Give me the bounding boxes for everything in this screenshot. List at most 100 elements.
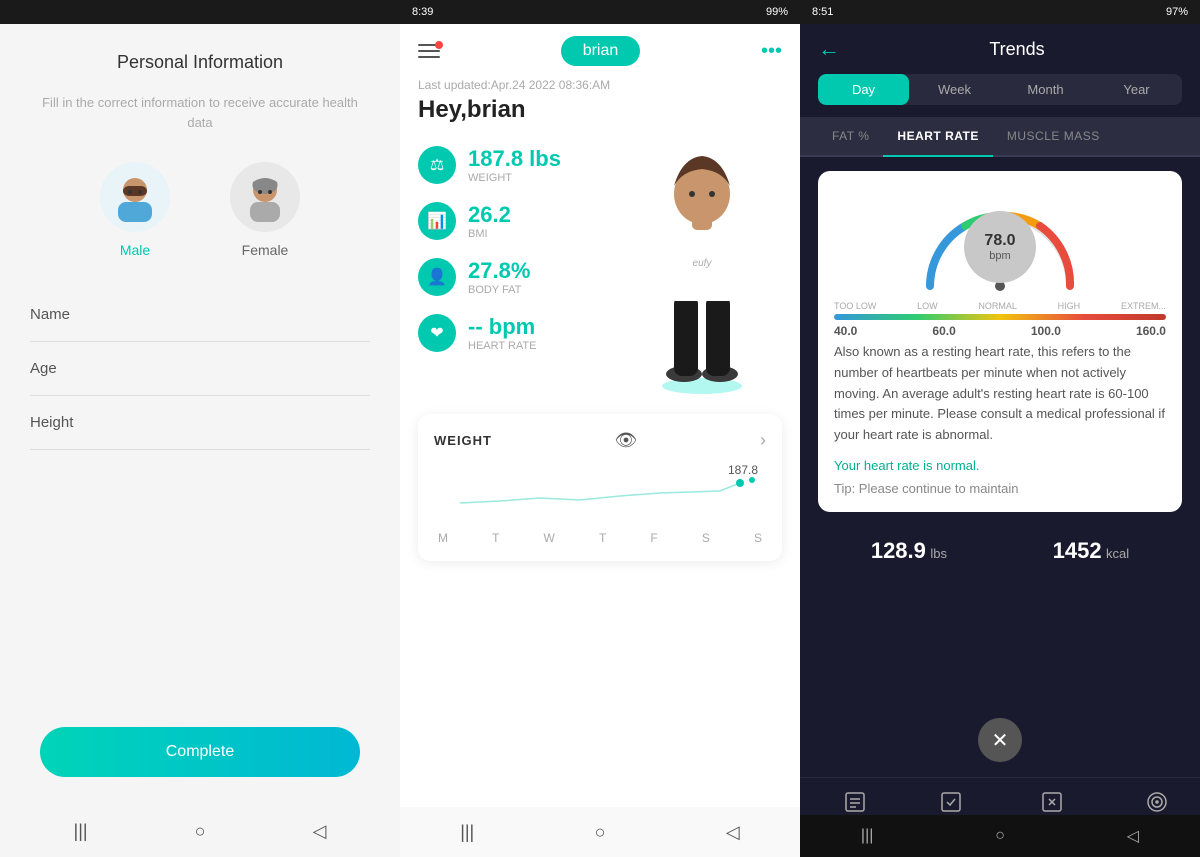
trends-title: Trends bbox=[852, 39, 1182, 60]
trends-header: ← Trends bbox=[800, 24, 1200, 74]
calories-value-3: 1452 bbox=[1053, 538, 1102, 563]
visibility-icon[interactable]: 👁 bbox=[615, 430, 638, 451]
scale-val-40: 40.0 bbox=[834, 324, 857, 338]
back-arrow-icon[interactable]: ← bbox=[818, 36, 840, 62]
export-report-icon bbox=[841, 788, 869, 816]
avatar-male bbox=[100, 162, 170, 232]
female-label: Female bbox=[242, 242, 289, 258]
weight-icon: ⚖ bbox=[418, 146, 456, 184]
heartrate-stat[interactable]: ❤ -- bpm Heart Rate bbox=[418, 314, 622, 352]
phone-nav-1: ||| ○ ◁ bbox=[0, 821, 400, 842]
bottom-stats: 128.9 lbs 1452 kcal bbox=[800, 526, 1200, 576]
weight-label: WEIGHT bbox=[468, 172, 561, 184]
scale-numbers: 40.0 60.0 100.0 160.0 bbox=[834, 324, 1166, 338]
gender-female-option[interactable]: Female bbox=[230, 162, 300, 258]
page-subtitle-1: Fill in the correct information to recei… bbox=[0, 93, 400, 132]
phone-nav-3: ||| ○ ◁ bbox=[800, 815, 1200, 857]
day-F: F bbox=[650, 531, 657, 545]
panel-personal-info: Personal Information Fill in the correct… bbox=[0, 0, 400, 857]
weight-chart: 187.8 bbox=[434, 463, 766, 523]
scale-high: HIGH bbox=[1058, 301, 1081, 311]
svg-text:eufy: eufy bbox=[693, 258, 713, 269]
heartrate-icon: ❤ bbox=[418, 314, 456, 352]
tab-heart-rate[interactable]: HEART RATE bbox=[883, 117, 992, 157]
close-overlay-button[interactable]: ✕ bbox=[978, 718, 1022, 762]
bpm-unit: bpm bbox=[989, 250, 1010, 262]
weight-stat-3: 128.9 lbs bbox=[871, 538, 947, 564]
time-2: 8:39 bbox=[412, 6, 433, 18]
status-bar-3: 8:51 97% bbox=[800, 0, 1200, 24]
chart-expand-icon[interactable]: › bbox=[760, 430, 766, 451]
bodyfat-icon: 👤 bbox=[418, 258, 456, 296]
tab-year[interactable]: Year bbox=[1091, 74, 1182, 105]
heart-rate-description: Also known as a resting heart rate, this… bbox=[834, 342, 1166, 446]
scale-low: LOW bbox=[917, 301, 938, 311]
bpm-bubble: 78.0 bpm bbox=[964, 211, 1036, 283]
weight-value: 187.8 lbs bbox=[468, 146, 561, 172]
day-S2: S bbox=[754, 531, 762, 545]
tab-day[interactable]: Day bbox=[818, 74, 909, 105]
back-button-3[interactable]: ◁ bbox=[1127, 826, 1139, 846]
home-button-2[interactable]: ○ bbox=[595, 822, 606, 843]
phone-nav-2: ||| ○ ◁ bbox=[400, 807, 800, 857]
chart-current-value: 187.8 bbox=[728, 463, 758, 477]
battery-3: 97% bbox=[1166, 6, 1188, 18]
weight-chart-header: WEIGHT 👁 › bbox=[434, 430, 766, 451]
bmi-label: BMI bbox=[468, 228, 511, 240]
back-button-2[interactable]: ◁ bbox=[726, 822, 740, 843]
history-icon bbox=[937, 788, 965, 816]
gender-male-option[interactable]: Male bbox=[100, 162, 170, 258]
calories-stat-3: 1452 kcal bbox=[1053, 538, 1130, 564]
more-options-icon[interactable]: ••• bbox=[761, 40, 782, 63]
day-S1: S bbox=[702, 531, 710, 545]
form-fields: Name Age Height bbox=[0, 288, 400, 450]
bodyfat-value-block: 27.8% Body Fat bbox=[468, 258, 530, 296]
bodyfat-value: 27.8% bbox=[468, 258, 530, 284]
day-W: W bbox=[544, 531, 555, 545]
bmi-value-block: 26.2 BMI bbox=[468, 202, 511, 240]
weight-chart-section[interactable]: WEIGHT 👁 › 187.8 M T W T F S S bbox=[418, 414, 782, 561]
weight-stat[interactable]: ⚖ 187.8 lbs WEIGHT bbox=[418, 146, 622, 184]
time-3: 8:51 bbox=[812, 6, 833, 18]
heart-rate-tip: Tip: Please continue to maintain bbox=[834, 481, 1166, 496]
back-button-1[interactable]: ◁ bbox=[313, 821, 327, 842]
name-field[interactable]: Name bbox=[30, 288, 370, 342]
user-badge[interactable]: brian bbox=[561, 36, 641, 66]
last-updated-text: Last updated:Apr.24 2022 08:36:AM bbox=[400, 78, 800, 96]
recents-button-2[interactable]: ||| bbox=[460, 822, 474, 843]
heart-rate-gauge: 78.0 bpm bbox=[910, 191, 1090, 291]
home-button-3[interactable]: ○ bbox=[995, 827, 1005, 845]
greeting-text: Hey,brian bbox=[400, 96, 800, 136]
bpm-value: 78.0 bbox=[984, 232, 1015, 250]
recents-button-3[interactable]: ||| bbox=[861, 827, 873, 845]
scale-bar bbox=[834, 314, 1166, 320]
dashboard-content: Last updated:Apr.24 2022 08:36:AM Hey,br… bbox=[400, 78, 800, 857]
tab-month[interactable]: Month bbox=[1000, 74, 1091, 105]
bmi-stat[interactable]: 📊 26.2 BMI bbox=[418, 202, 622, 240]
battery-2: 99% bbox=[766, 6, 788, 18]
age-field[interactable]: Age bbox=[30, 342, 370, 396]
heartrate-label: Heart Rate bbox=[468, 340, 536, 352]
panel-trends: 8:51 97% ← Trends Day Week Month Year FA… bbox=[800, 0, 1200, 857]
scale-normal: NORMAL bbox=[978, 301, 1017, 311]
status-bar-1 bbox=[0, 0, 400, 24]
tab-fat-percent[interactable]: FAT % bbox=[818, 117, 883, 155]
heartrate-value-block: -- bpm Heart Rate bbox=[468, 314, 536, 352]
heart-rate-status: Your heart rate is normal. bbox=[834, 458, 1166, 473]
scale-val-60: 60.0 bbox=[932, 324, 955, 338]
menu-icon[interactable] bbox=[418, 44, 440, 58]
calories-unit-3: kcal bbox=[1106, 546, 1129, 561]
height-field[interactable]: Height bbox=[30, 396, 370, 450]
period-tabs: Day Week Month Year bbox=[818, 74, 1182, 105]
metric-tabs: FAT % HEART RATE MUSCLE MASS bbox=[800, 117, 1200, 157]
tab-week[interactable]: Week bbox=[909, 74, 1000, 105]
home-button-1[interactable]: ○ bbox=[195, 821, 206, 842]
chart-dot bbox=[749, 477, 755, 483]
bodyfat-stat[interactable]: 👤 27.8% Body Fat bbox=[418, 258, 622, 296]
recents-button-1[interactable]: ||| bbox=[74, 821, 88, 842]
scale-section: TOO LOW LOW NORMAL HIGH EXTREM... 40.0 6… bbox=[834, 301, 1166, 338]
complete-button[interactable]: Complete bbox=[40, 727, 360, 777]
dashboard-header: brian ••• bbox=[400, 24, 800, 78]
tab-muscle-mass[interactable]: MUSCLE MASS bbox=[993, 117, 1114, 155]
bodyfat-label: Body Fat bbox=[468, 284, 530, 296]
